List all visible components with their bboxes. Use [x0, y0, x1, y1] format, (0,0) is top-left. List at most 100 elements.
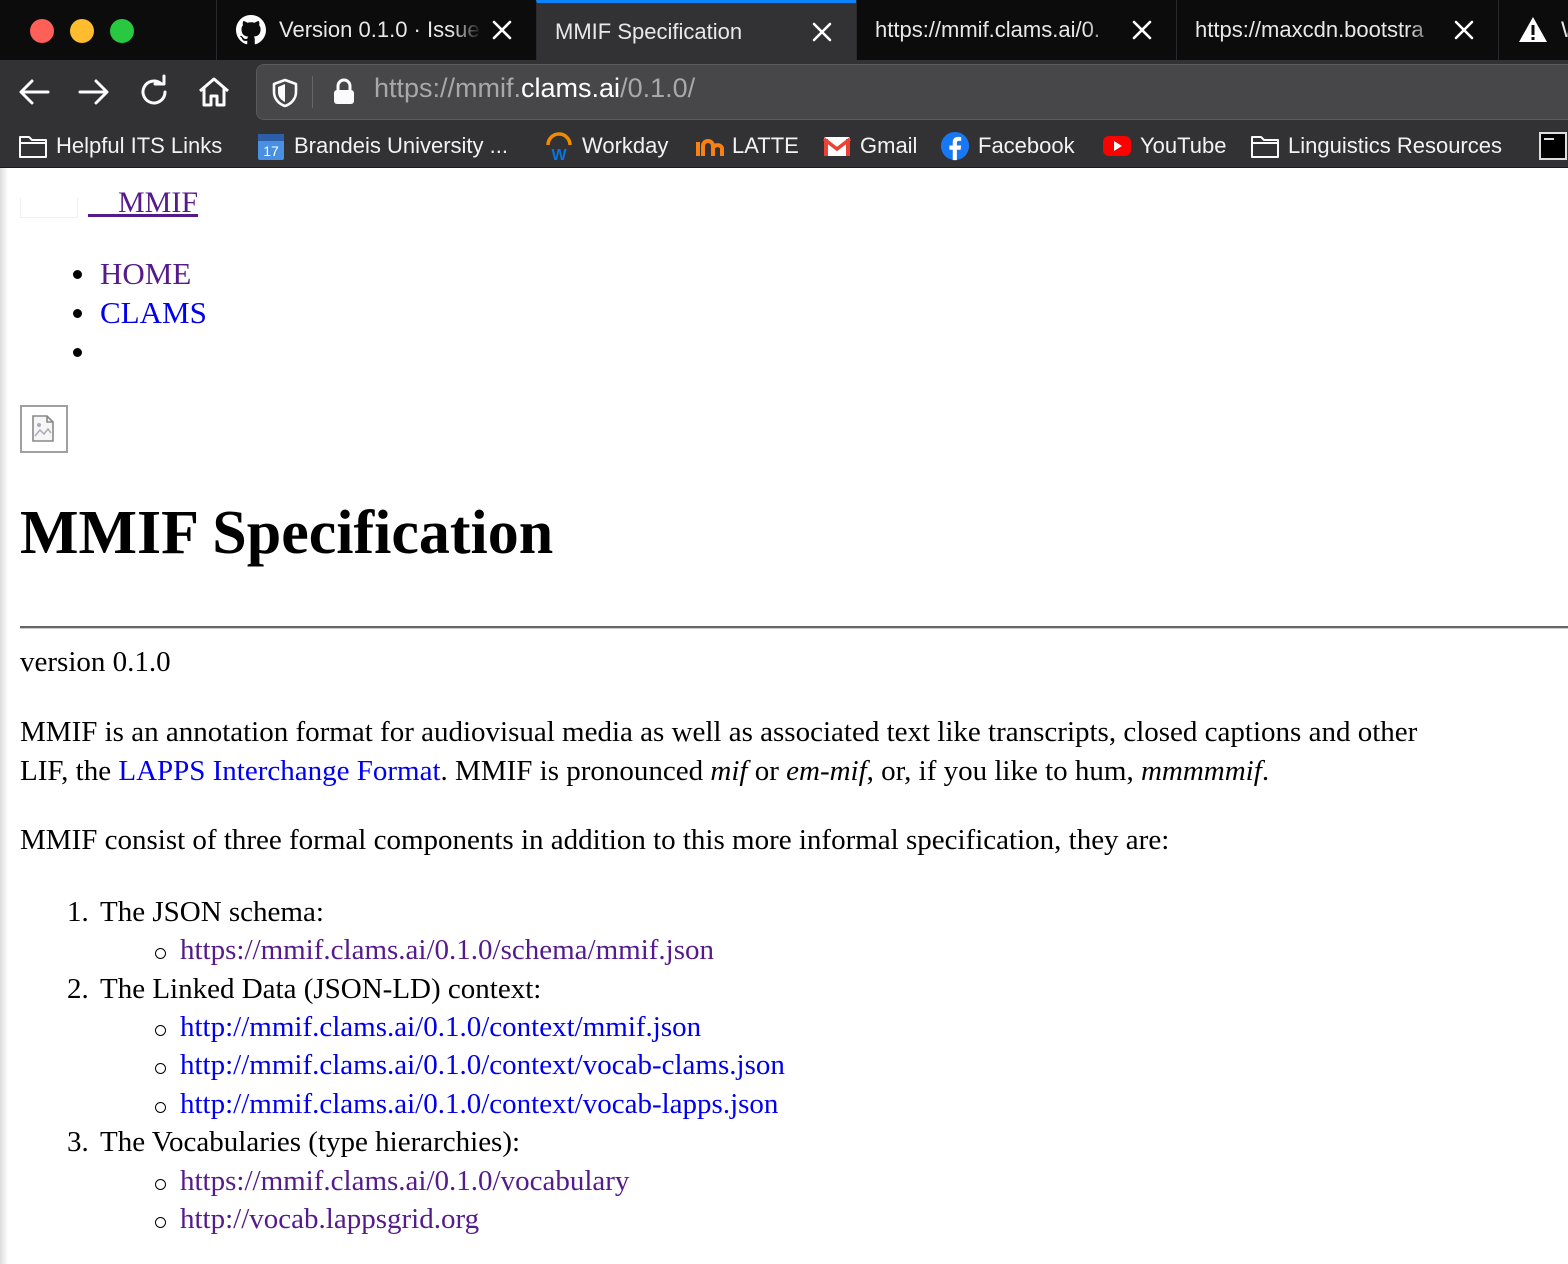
lappsgrid-vocab-link[interactable]: http://vocab.lappsgrid.org — [154, 1203, 479, 1236]
nav-link-home[interactable]: HOME — [100, 256, 191, 291]
component-item: 3. The Vocabularies (type hierarchies): — [67, 1126, 521, 1159]
component-label: The Linked Data (JSON-LD) context: — [100, 973, 542, 1005]
page-content: MMIF HOME CLAMS MMIF Specification versi… — [0, 168, 1568, 1264]
nav-item-clams: CLAMS — [73, 293, 207, 332]
tab-title: W — [1561, 17, 1568, 43]
brand-text: MMIF — [118, 186, 199, 219]
latte-icon — [694, 131, 724, 161]
tab-title: https://maxcdn.bootstra — [1195, 17, 1424, 42]
youtube-icon — [1102, 131, 1132, 161]
lapps-interchange-format-link[interactable]: LAPPS Interchange Format — [118, 755, 440, 787]
folder-icon — [1250, 131, 1280, 161]
bookmark-workday[interactable]: W Workday — [544, 128, 668, 164]
close-icon[interactable] — [1444, 10, 1484, 50]
bookmark-label: Linguistics Resources — [1288, 133, 1502, 158]
bookmark-youtube[interactable]: YouTube — [1102, 128, 1226, 164]
intro-text: . MMIF is pronounced — [440, 755, 711, 787]
tab-warning[interactable]: W — [1498, 0, 1568, 60]
url-domain: clams.ai — [521, 73, 621, 103]
bookmark-label: LATTE — [732, 133, 799, 158]
nav-item-empty — [73, 332, 207, 371]
bookmark-label: Brandeis University ... — [294, 133, 508, 158]
pronunciation-mmmmmif: mmmmmif — [1140, 755, 1262, 787]
facebook-icon — [940, 131, 970, 161]
bookmark-label: Helpful ITS Links — [56, 133, 223, 158]
tab-mmif-specification[interactable]: MMIF Specification — [536, 0, 856, 60]
bookmark-latte[interactable]: LATTE — [694, 128, 799, 164]
page-title: MMIF Specification — [20, 499, 554, 567]
close-icon[interactable] — [802, 12, 842, 52]
bookmark-label: YouTube — [1140, 133, 1227, 158]
minimize-window-button[interactable] — [70, 19, 94, 43]
svg-text:W: W — [551, 147, 567, 161]
lock-icon[interactable] — [330, 78, 358, 106]
close-icon[interactable] — [1122, 10, 1162, 50]
gmail-icon — [822, 131, 852, 161]
logo-image[interactable] — [20, 198, 78, 218]
terminal-icon — [1538, 131, 1568, 161]
bookmarks-toolbar: Helpful ITS Links 17 Brandeis University… — [0, 124, 1568, 168]
bookmark-label: Gmail — [860, 133, 918, 158]
url-path: /0.1.0/ — [620, 73, 696, 103]
pronunciation-mif: mif — [710, 755, 748, 787]
bookmark-helpful-its-links[interactable]: Helpful ITS Links — [18, 128, 222, 164]
tab-title: MMIF Specification — [555, 18, 743, 44]
bookmark-gmail[interactable]: Gmail — [822, 128, 917, 164]
list-number: 3. — [67, 1126, 89, 1158]
bookmark-label: Facebook — [978, 133, 1075, 158]
divider — [20, 626, 1568, 629]
tab-github-issue[interactable]: Version 0.1.0 · Issue — [216, 0, 536, 60]
bookmark-linguistics-resources[interactable]: Linguistics Resources — [1250, 128, 1502, 164]
component-label: The JSON schema: — [100, 896, 324, 928]
nav-link-clams[interactable]: CLAMS — [100, 295, 207, 330]
zoom-window-button[interactable] — [110, 19, 134, 43]
bookmark-terminal[interactable] — [1538, 128, 1568, 164]
components-intro: MMIF consist of three formal components … — [20, 824, 1170, 856]
bookmark-brandeis-university[interactable]: 17 Brandeis University ... — [256, 128, 508, 164]
home-icon — [199, 77, 229, 107]
url-text[interactable]: https://mmif.clams.ai/0.1.0/ — [374, 73, 695, 104]
warning-icon — [1517, 14, 1549, 46]
nav-item-home: HOME — [73, 254, 207, 293]
back-button[interactable] — [12, 70, 56, 114]
version-text: version 0.1.0 — [20, 646, 171, 678]
tracking-protection-shield-icon[interactable] — [269, 77, 301, 109]
intro-line-2: LIF, the LAPPS Interchange Format. MMIF … — [20, 755, 1269, 788]
intro-text: , or, if you like to hum, — [866, 755, 1141, 787]
close-icon[interactable] — [482, 10, 522, 50]
github-icon — [235, 14, 267, 46]
calendar-icon: 17 — [256, 131, 286, 161]
tab-title: https://mmif.clams.ai/0. — [875, 17, 1100, 42]
calendar-day-text: 17 — [263, 143, 279, 159]
broken-image-icon — [20, 405, 68, 453]
bookmark-facebook[interactable]: Facebook — [940, 128, 1075, 164]
reload-icon — [141, 74, 167, 105]
context-vocab-clams-link[interactable]: http://mmif.clams.ai/0.1.0/context/vocab… — [155, 1049, 785, 1082]
context-vocab-lapps-link[interactable]: http://mmif.clams.ai/0.1.0/context/vocab… — [154, 1088, 778, 1121]
tab-title: Version 0.1.0 · Issue — [279, 17, 480, 42]
bookmark-label: Workday — [582, 133, 669, 158]
workday-icon: W — [544, 131, 574, 161]
tab-maxcdn-url[interactable]: https://maxcdn.bootstra — [1176, 0, 1498, 60]
intro-text: LIF, the — [20, 755, 119, 787]
component-item: 2. The Linked Data (JSON-LD) context: — [67, 973, 542, 1006]
forward-arrow-icon — [78, 79, 109, 105]
schema-link[interactable]: https://mmif.clams.ai/0.1.0/schema/mmif.… — [154, 934, 714, 967]
folder-icon — [18, 131, 48, 161]
page-edge-shadow — [0, 168, 8, 1264]
component-label: The Vocabularies (type hierarchies): — [100, 1126, 521, 1158]
divider — [312, 76, 313, 108]
close-window-button[interactable] — [30, 19, 54, 43]
back-arrow-icon — [19, 79, 50, 105]
list-number: 1. — [67, 896, 89, 928]
reload-button[interactable] — [132, 70, 176, 114]
home-button[interactable] — [192, 70, 236, 114]
tab-bar: Version 0.1.0 · Issue MMIF Specification… — [0, 0, 1568, 60]
list-number: 2. — [67, 973, 89, 1005]
context-mmif-link[interactable]: http://mmif.clams.ai/0.1.0/context/mmif.… — [154, 1011, 701, 1044]
tab-mmif-url[interactable]: https://mmif.clams.ai/0. — [856, 0, 1176, 60]
pronunciation-em-mif: em-mif — [786, 755, 867, 787]
brand-link[interactable]: MMIF — [88, 186, 198, 220]
forward-button[interactable] — [72, 70, 116, 114]
vocabulary-link[interactable]: https://mmif.clams.ai/0.1.0/vocabulary — [154, 1165, 629, 1198]
